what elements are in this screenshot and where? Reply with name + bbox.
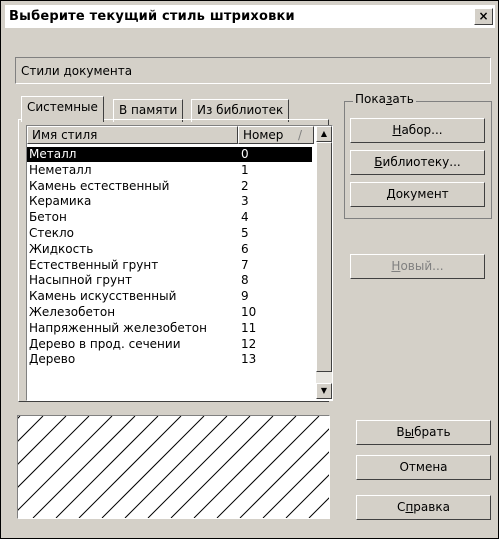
sort-indicator-icon: / <box>298 128 303 142</box>
style-number: 12 <box>241 336 257 351</box>
scroll-up-button[interactable]: ▲ <box>316 126 332 142</box>
vertical-scrollbar[interactable]: ▲ ▼ <box>316 126 332 399</box>
hatch-preview <box>0 415 412 519</box>
tab-from-libraries-label: Из библиотек <box>197 103 284 117</box>
list-item[interactable]: Напряженный железобетон 11 <box>27 321 312 336</box>
new-button[interactable]: Новый... <box>350 254 485 279</box>
list-item[interactable]: Камень естественный 2 <box>27 179 312 194</box>
style-number: 4 <box>241 210 249 225</box>
tab-system-label: Системные <box>27 100 98 114</box>
style-name: Естественный грунт <box>29 257 159 272</box>
column-header-name[interactable]: Имя стиля <box>27 126 238 144</box>
list-item[interactable]: Естественный грунт 7 <box>27 258 312 273</box>
style-name: Дерево <box>29 352 76 367</box>
style-number: 5 <box>241 226 249 240</box>
style-number: 0 <box>241 147 249 161</box>
style-name: Насыпной грунт <box>29 273 132 288</box>
cancel-button[interactable]: Отмена <box>356 455 491 480</box>
style-name: Металл <box>29 147 77 161</box>
column-header-number-label: Номер <box>243 128 284 142</box>
tab-in-memory-label: В памяти <box>119 103 178 117</box>
list-item[interactable]: Дерево 13 <box>27 352 312 367</box>
list-item[interactable]: Жидкость 6 <box>27 242 312 257</box>
style-name: Керамика <box>29 194 92 209</box>
style-name: Бетон <box>29 210 67 225</box>
title-bar: Выберите текущий стиль штриховки × <box>5 5 495 28</box>
list-item[interactable]: Железобетон 10 <box>27 305 312 320</box>
show-group-label: Показать <box>353 92 416 106</box>
style-number: 9 <box>241 289 249 304</box>
style-number: 11 <box>241 320 257 335</box>
list-item[interactable]: Дерево в прод. сечении 12 <box>27 337 312 352</box>
style-name: Напряженный железобетон <box>29 320 207 335</box>
style-number: 1 <box>241 162 249 177</box>
list-item[interactable]: Камень искусственный 9 <box>27 289 312 304</box>
style-number: 13 <box>241 352 257 367</box>
style-number: 10 <box>241 305 257 319</box>
style-name: Жидкость <box>29 241 94 256</box>
select-button[interactable]: Выбрать <box>356 420 491 445</box>
style-name: Дерево в прод. сечении <box>29 336 181 351</box>
style-name: Неметалл <box>29 162 92 177</box>
set-button[interactable]: Набор... <box>350 118 485 143</box>
list-item[interactable]: Насыпной грунт 8 <box>27 273 312 288</box>
list-item[interactable]: Бетон 4 <box>27 210 312 225</box>
close-button[interactable]: × <box>474 8 493 25</box>
window-title: Выберите текущий стиль штриховки <box>9 9 295 24</box>
arrow-up-icon: ▲ <box>320 129 328 138</box>
help-button[interactable]: Справка <box>356 495 491 520</box>
list-item[interactable]: Керамика 3 <box>27 194 312 209</box>
scroll-thumb[interactable] <box>316 142 332 372</box>
style-number: 2 <box>241 178 249 193</box>
style-number: 7 <box>241 257 249 272</box>
list-item[interactable]: Металл 0 <box>27 147 312 162</box>
style-number: 3 <box>241 194 249 209</box>
style-number: 8 <box>241 273 249 288</box>
column-header-name-label: Имя стиля <box>32 128 98 142</box>
style-name: Камень естественный <box>29 178 170 193</box>
library-button[interactable]: Библиотеку... <box>350 150 485 175</box>
document-styles-label: Стили документа <box>21 64 133 78</box>
document-styles-field[interactable]: Стили документа <box>15 57 491 84</box>
tab-system[interactable]: Системные <box>21 96 104 122</box>
style-name: Железобетон <box>29 305 116 319</box>
column-header-number[interactable]: Номер / <box>238 126 314 144</box>
document-button[interactable]: Документ <box>350 182 485 207</box>
hatch-style-dialog: Выберите текущий стиль штриховки × Стили… <box>0 0 499 539</box>
list-item[interactable]: Стекло 5 <box>27 226 312 241</box>
arrow-down-icon: ▼ <box>320 386 328 395</box>
style-list[interactable]: Имя стиля Номер / Металл 0 Неметалл 1 Камень… <box>26 125 333 401</box>
hatch-pattern-image <box>0 415 412 519</box>
scroll-down-button[interactable]: ▼ <box>316 383 332 399</box>
list-item[interactable]: Неметалл 1 <box>27 163 312 178</box>
style-name: Камень искусственный <box>29 289 177 304</box>
style-number: 6 <box>241 241 249 256</box>
style-name: Стекло <box>29 226 75 240</box>
